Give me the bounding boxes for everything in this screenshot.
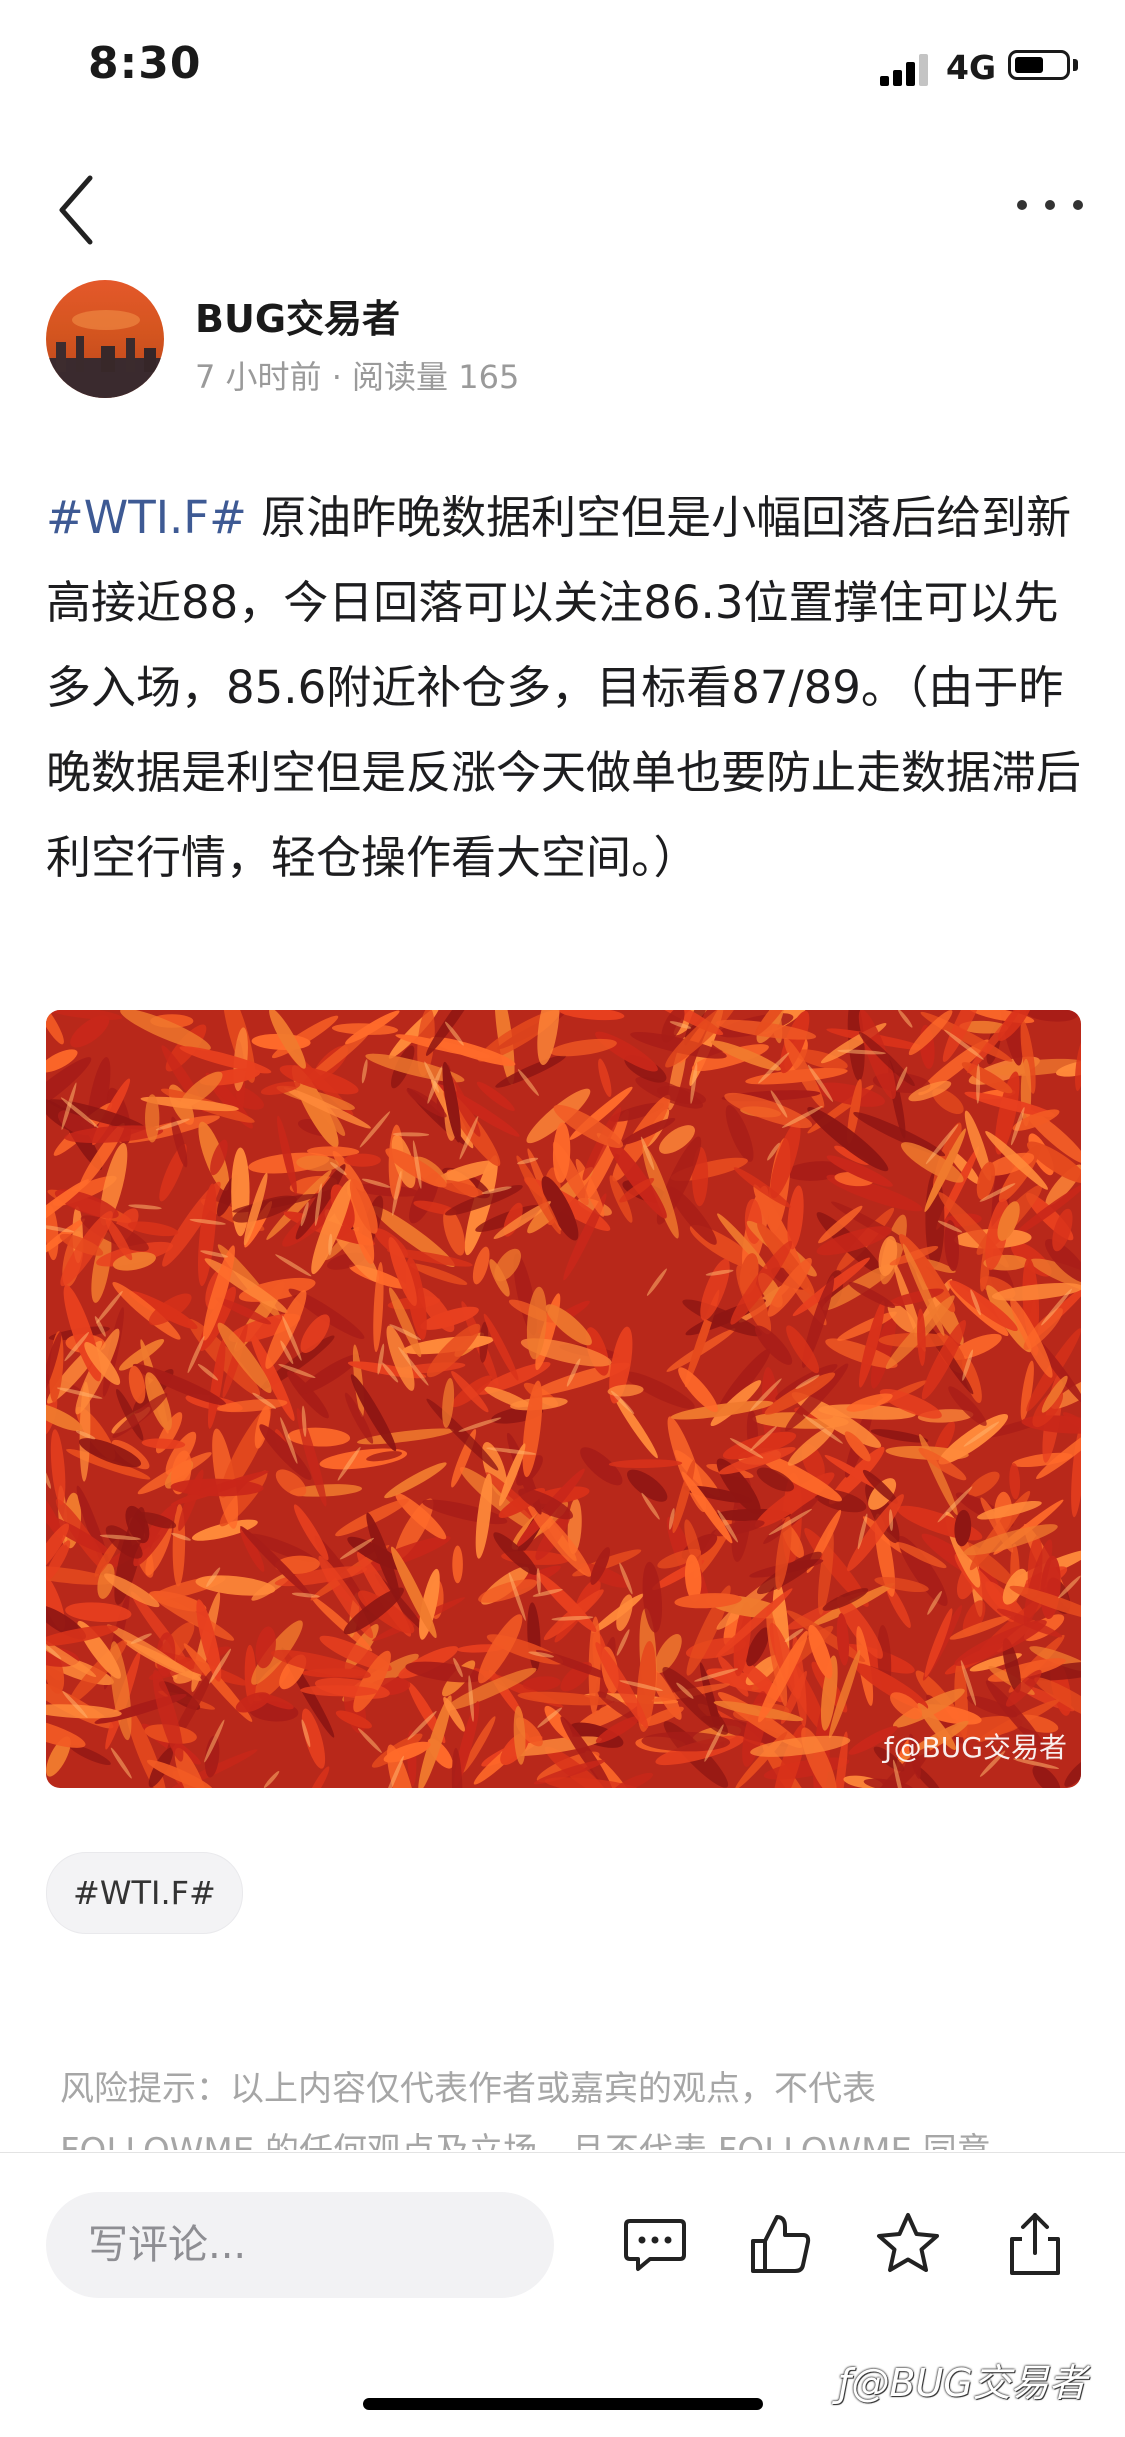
avatar-image bbox=[46, 280, 164, 398]
status-time: 8:30 bbox=[88, 38, 202, 89]
star-icon bbox=[877, 2213, 939, 2272]
risk-disclaimer: 风险提示：以上内容仅代表作者或嘉宾的观点，不代表 FOLLOWME 的任何观点及… bbox=[60, 2069, 991, 2150]
post-meta: 7 小时前 · 阅读量 165 bbox=[195, 358, 520, 396]
share-icon bbox=[1010, 2213, 1060, 2275]
like-icon bbox=[751, 2215, 811, 2273]
post-text: 原油昨晚数据利空但是小幅回落后给到新高接近88，今日回落可以关注86.3位置撑住… bbox=[46, 491, 1082, 884]
watermark-logo-icon: ƒ bbox=[838, 2361, 852, 2405]
chili-photo bbox=[46, 1010, 1081, 1788]
share-button[interactable] bbox=[1000, 2209, 1070, 2279]
corner-watermark: ƒ@BUG交易者 bbox=[838, 2352, 1087, 2407]
signal-icon bbox=[880, 52, 932, 86]
comment-input[interactable]: 写评论... bbox=[46, 2192, 554, 2298]
back-button[interactable] bbox=[50, 170, 110, 250]
battery-tip bbox=[1073, 59, 1078, 71]
watermark-logo-icon: ƒ bbox=[883, 1731, 894, 1764]
chevron-left-icon bbox=[59, 175, 93, 245]
comment-icon bbox=[624, 2219, 686, 2271]
post-hashtag[interactable]: #WTI.F# bbox=[46, 491, 247, 544]
like-button[interactable] bbox=[745, 2209, 815, 2279]
topic-tag-chip[interactable]: #WTI.F# bbox=[46, 1852, 243, 1934]
corner-watermark-text: @BUG交易者 bbox=[851, 2361, 1087, 2405]
more-button[interactable] bbox=[1010, 180, 1090, 230]
watermark-text: @BUG交易者 bbox=[893, 1731, 1067, 1764]
comment-button[interactable] bbox=[620, 2209, 690, 2279]
favorite-button[interactable] bbox=[873, 2209, 943, 2279]
battery-icon bbox=[1008, 50, 1070, 80]
post-image[interactable]: ƒ@BUG交易者 bbox=[46, 1010, 1081, 1788]
more-horizontal-icon bbox=[1017, 200, 1083, 210]
avatar[interactable] bbox=[46, 280, 164, 398]
network-type: 4G bbox=[946, 48, 997, 87]
home-indicator bbox=[363, 2398, 763, 2410]
post-body: #WTI.F# 原油昨晚数据利空但是小幅回落后给到新高接近88，今日回落可以关注… bbox=[46, 475, 1086, 900]
author-name[interactable]: BUG交易者 bbox=[195, 288, 400, 343]
image-watermark: ƒ@BUG交易者 bbox=[884, 1726, 1067, 1766]
